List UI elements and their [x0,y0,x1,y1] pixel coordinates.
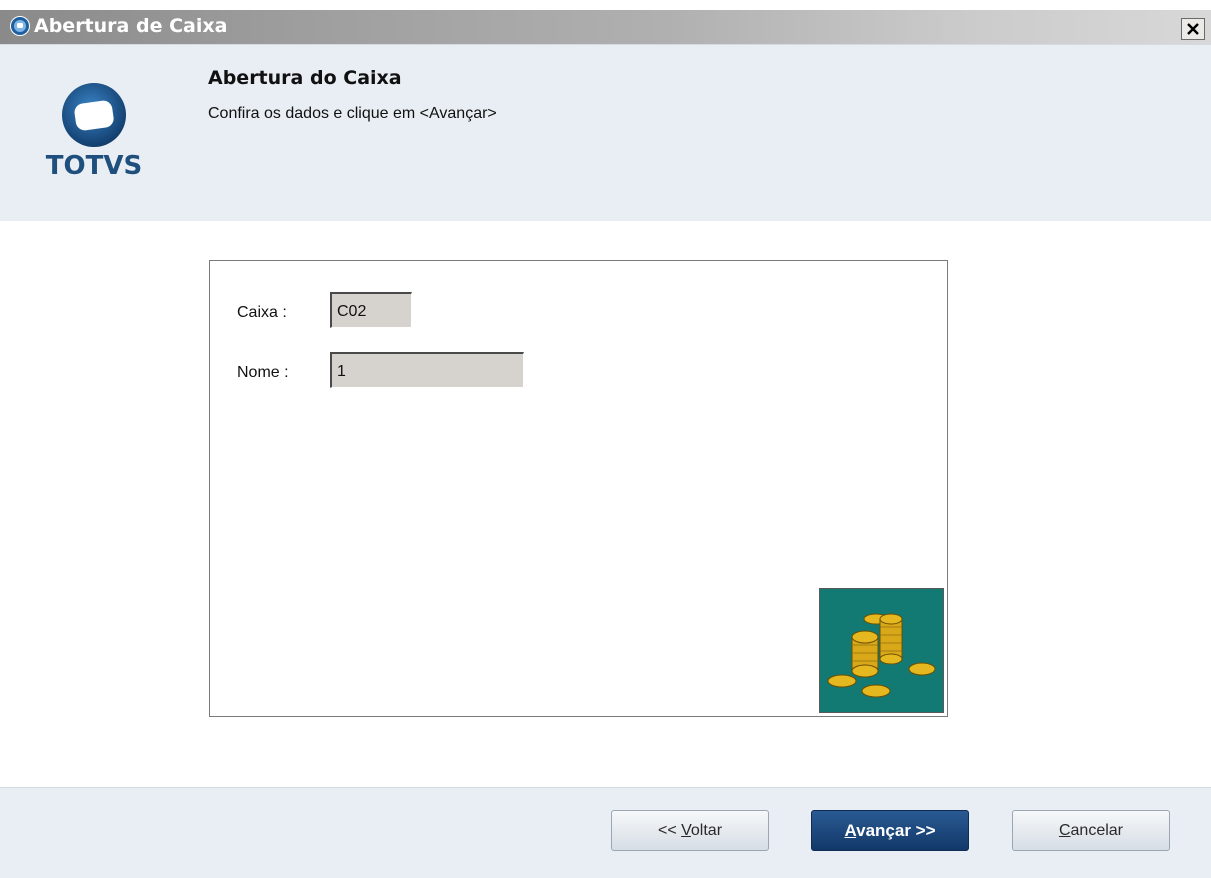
back-button[interactable]: << Voltar [611,810,769,851]
caixa-field[interactable] [330,292,412,328]
nome-field[interactable] [330,352,524,388]
close-button[interactable] [1181,18,1205,40]
cancel-button[interactable]: Cancelar [1012,810,1170,851]
dialog-window: Abertura de Caixa TOTVS Abertura do Caix… [0,0,1211,878]
next-button[interactable]: Avançar >> [811,810,969,851]
form-panel: Caixa : Nome : [209,260,948,717]
next-button-label: vançar >> [856,821,936,840]
logo-text: TOTVS [45,151,143,181]
page-subtitle: Confira os dados e clique em <Avançar> [208,105,497,122]
page-title: Abertura do Caixa [208,67,402,89]
back-button-accel: V [681,822,691,839]
back-button-prefix: << [657,822,682,839]
top-strip [0,0,1211,10]
cancel-button-accel: C [1058,822,1071,839]
wizard-header: TOTVS Abertura do Caixa Confira os dados… [0,44,1211,221]
totvs-logo: TOTVS [36,81,152,181]
totvs-app-icon [10,16,30,36]
back-button-label: oltar [690,822,723,839]
window-title: Abertura de Caixa [34,15,228,37]
totvs-logo-icon [62,83,126,147]
coins-icon [819,588,944,713]
next-button-accel: A [844,821,857,840]
close-icon [1187,23,1199,35]
title-bar[interactable]: Abertura de Caixa [0,10,1211,44]
wizard-footer: << Voltar Avançar >> Cancelar [0,787,1211,878]
nome-label: Nome : [237,364,289,381]
caixa-label: Caixa : [237,304,287,321]
cancel-button-label: ancelar [1070,822,1124,839]
